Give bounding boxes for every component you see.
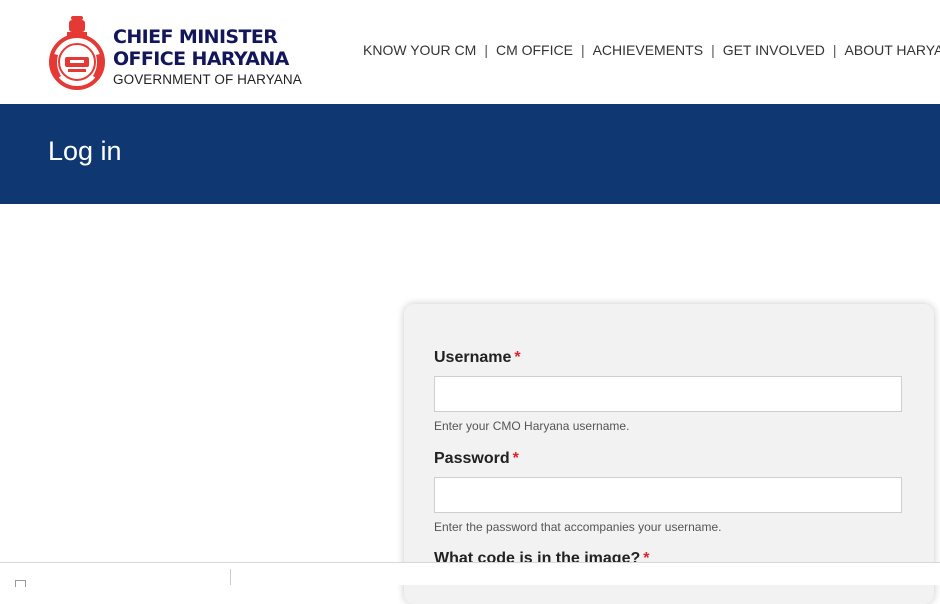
password-label: Password * bbox=[434, 450, 519, 468]
nav-separator: | bbox=[832, 42, 837, 58]
username-input[interactable] bbox=[434, 376, 902, 412]
login-form: Username * Enter your CMO Haryana usernam… bbox=[404, 304, 934, 604]
nav-separator: | bbox=[711, 42, 715, 58]
username-label: Username * bbox=[434, 349, 521, 367]
nav-know-your-cm[interactable]: KNOW YOUR CM bbox=[363, 42, 476, 58]
brand-title-line2: OFFICE HARYANA bbox=[113, 48, 289, 70]
nav-separator: | bbox=[484, 42, 488, 58]
nav-about-haryana[interactable]: ABOUT HARYANA bbox=[845, 42, 940, 58]
brand[interactable]: CHIEF MINISTER OFFICE HARYANA GOVERNMENT… bbox=[113, 26, 302, 88]
nav-achievements[interactable]: ACHIEVEMENTS bbox=[593, 42, 703, 58]
password-input[interactable] bbox=[434, 477, 902, 513]
divider bbox=[230, 569, 231, 585]
username-help-text: Enter your CMO Haryana username. bbox=[434, 419, 630, 433]
haryana-emblem-icon[interactable] bbox=[48, 14, 106, 90]
required-marker: * bbox=[512, 450, 519, 467]
password-label-text: Password bbox=[434, 450, 510, 467]
site-header: CHIEF MINISTER OFFICE HARYANA GOVERNMENT… bbox=[0, 0, 940, 104]
brand-title-line1: CHIEF MINISTER bbox=[113, 26, 278, 48]
nav-separator: | bbox=[580, 42, 585, 58]
username-label-text: Username bbox=[434, 349, 512, 366]
nav-cm-office[interactable]: CM OFFICE bbox=[496, 42, 573, 58]
brand-subtitle: GOVERNMENT OF HARYANA bbox=[113, 72, 302, 87]
bottom-bar bbox=[0, 562, 940, 587]
main-nav: KNOW YOUR CM | CM OFFICE | ACHIEVEMENTS … bbox=[363, 42, 940, 58]
required-marker: * bbox=[514, 349, 521, 366]
page-title: Log in bbox=[48, 136, 122, 166]
password-help-text: Enter the password that accompanies your… bbox=[434, 520, 722, 534]
page-banner: Log in bbox=[0, 104, 940, 204]
nav-get-involved[interactable]: GET INVOLVED bbox=[723, 42, 825, 58]
